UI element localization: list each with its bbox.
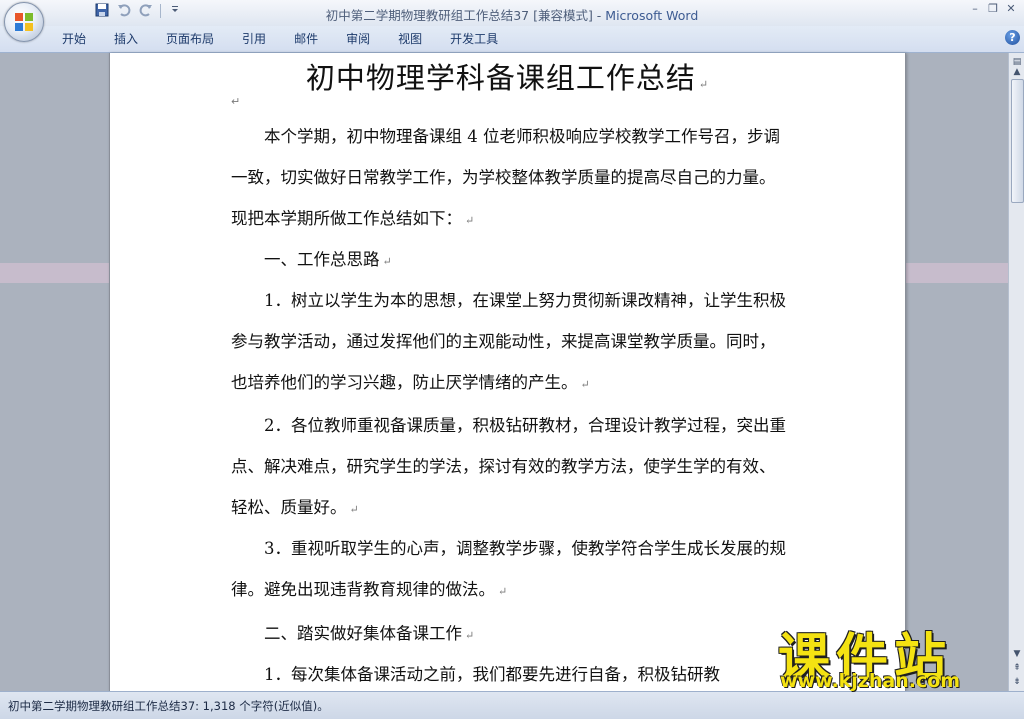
paragraph: 2．各位教师重视备课质量，积极钻研教材，合理设计教学过程，突出重点、解决难点，研… [231,416,786,517]
previous-page-icon[interactable]: ⇞ [1010,661,1024,675]
restore-button[interactable]: ❐ [986,2,1000,15]
ribbon-tabs: 开始 插入 页面布局 引用 邮件 审阅 视图 开发工具 [48,31,512,47]
paragraph: 1．每次集体备课活动之前，我们都要先进行自备，积极钻研教 [231,665,720,684]
heading-1: 一、工作总思路 ↵ [231,250,392,269]
minimize-button[interactable]: – [968,2,982,15]
title-bar: 初中第二学期物理教研组工作总结37 [兼容模式] - Microsoft Wor… [0,0,1024,26]
document-page[interactable]: 初中物理学科备课组工作总结 ↵ ↵ 本个学期，初中物理备课组 4 位老师积极响应学… [109,53,906,691]
tab-developer[interactable]: 开发工具 [436,31,512,47]
paragraph: 3．重视听取学生的心声，调整教学步骤，使教学符合学生成长发展的规律。避免出现违背… [231,539,786,599]
tab-review[interactable]: 审阅 [332,31,384,47]
scroll-down-icon[interactable]: ▼ [1010,647,1024,661]
tab-home[interactable]: 开始 [48,31,100,47]
window-controls: – ❐ ✕ [968,2,1018,15]
office-logo-icon [15,13,33,31]
watermark: 课件站 www.kjzhan.com [772,616,1008,692]
next-page-icon[interactable]: ⇟ [1010,675,1024,689]
scroll-thumb[interactable] [1011,79,1024,203]
paragraph-mark: ↵ [465,629,475,642]
paragraph-mark: ↵ [498,585,508,598]
document-title: 初中物理学科备课组工作总结 ↵ [305,61,710,95]
paragraph-mark: ↵ [382,255,392,268]
office-button[interactable] [4,2,44,42]
heading-2: 二、踏实做好集体备课工作 ↵ [231,624,475,643]
paragraph-mark: ↵ [465,214,475,227]
close-button[interactable]: ✕ [1004,2,1018,15]
paragraph-mark: ↵ [580,378,590,391]
paragraph-mark: ↵ [698,78,710,91]
paragraph-mark: ↵ [231,95,241,108]
help-icon[interactable]: ? [1005,30,1020,45]
vertical-scrollbar[interactable]: ▤ ▲ ▼ ⇞ ⇟ [1008,53,1024,691]
tab-mailings[interactable]: 邮件 [280,31,332,47]
tab-view[interactable]: 视图 [384,31,436,47]
ribbon-tab-bar: 开始 插入 页面布局 引用 邮件 审阅 视图 开发工具 ? [0,26,1024,53]
tab-insert[interactable]: 插入 [100,31,152,47]
status-text: 初中第二学期物理教研组工作总结37: 1,318 个字符(近似值)。 [8,699,329,713]
watermark-url: www.kjzhan.com [780,670,961,692]
paragraph-mark: ↵ [349,503,359,516]
tab-references[interactable]: 引用 [228,31,280,47]
scroll-up-icon[interactable]: ▲ [1010,65,1024,79]
paragraph: 本个学期，初中物理备课组 4 位老师积极响应学校教学工作号召，步调一致，切实做好… [231,127,780,228]
tab-page-layout[interactable]: 页面布局 [152,31,228,47]
app-name: Microsoft Word [605,8,699,23]
status-bar: 初中第二学期物理教研组工作总结37: 1,318 个字符(近似值)。 [0,691,1024,719]
document-name: 初中第二学期物理教研组工作总结37 [兼容模式] - [325,8,606,23]
paragraph: 1．树立以学生为本的思想，在课堂上努力贯彻新课改精神，让学生积极参与教学活动，通… [231,291,786,392]
window-title: 初中第二学期物理教研组工作总结37 [兼容模式] - Microsoft Wor… [0,5,1024,24]
